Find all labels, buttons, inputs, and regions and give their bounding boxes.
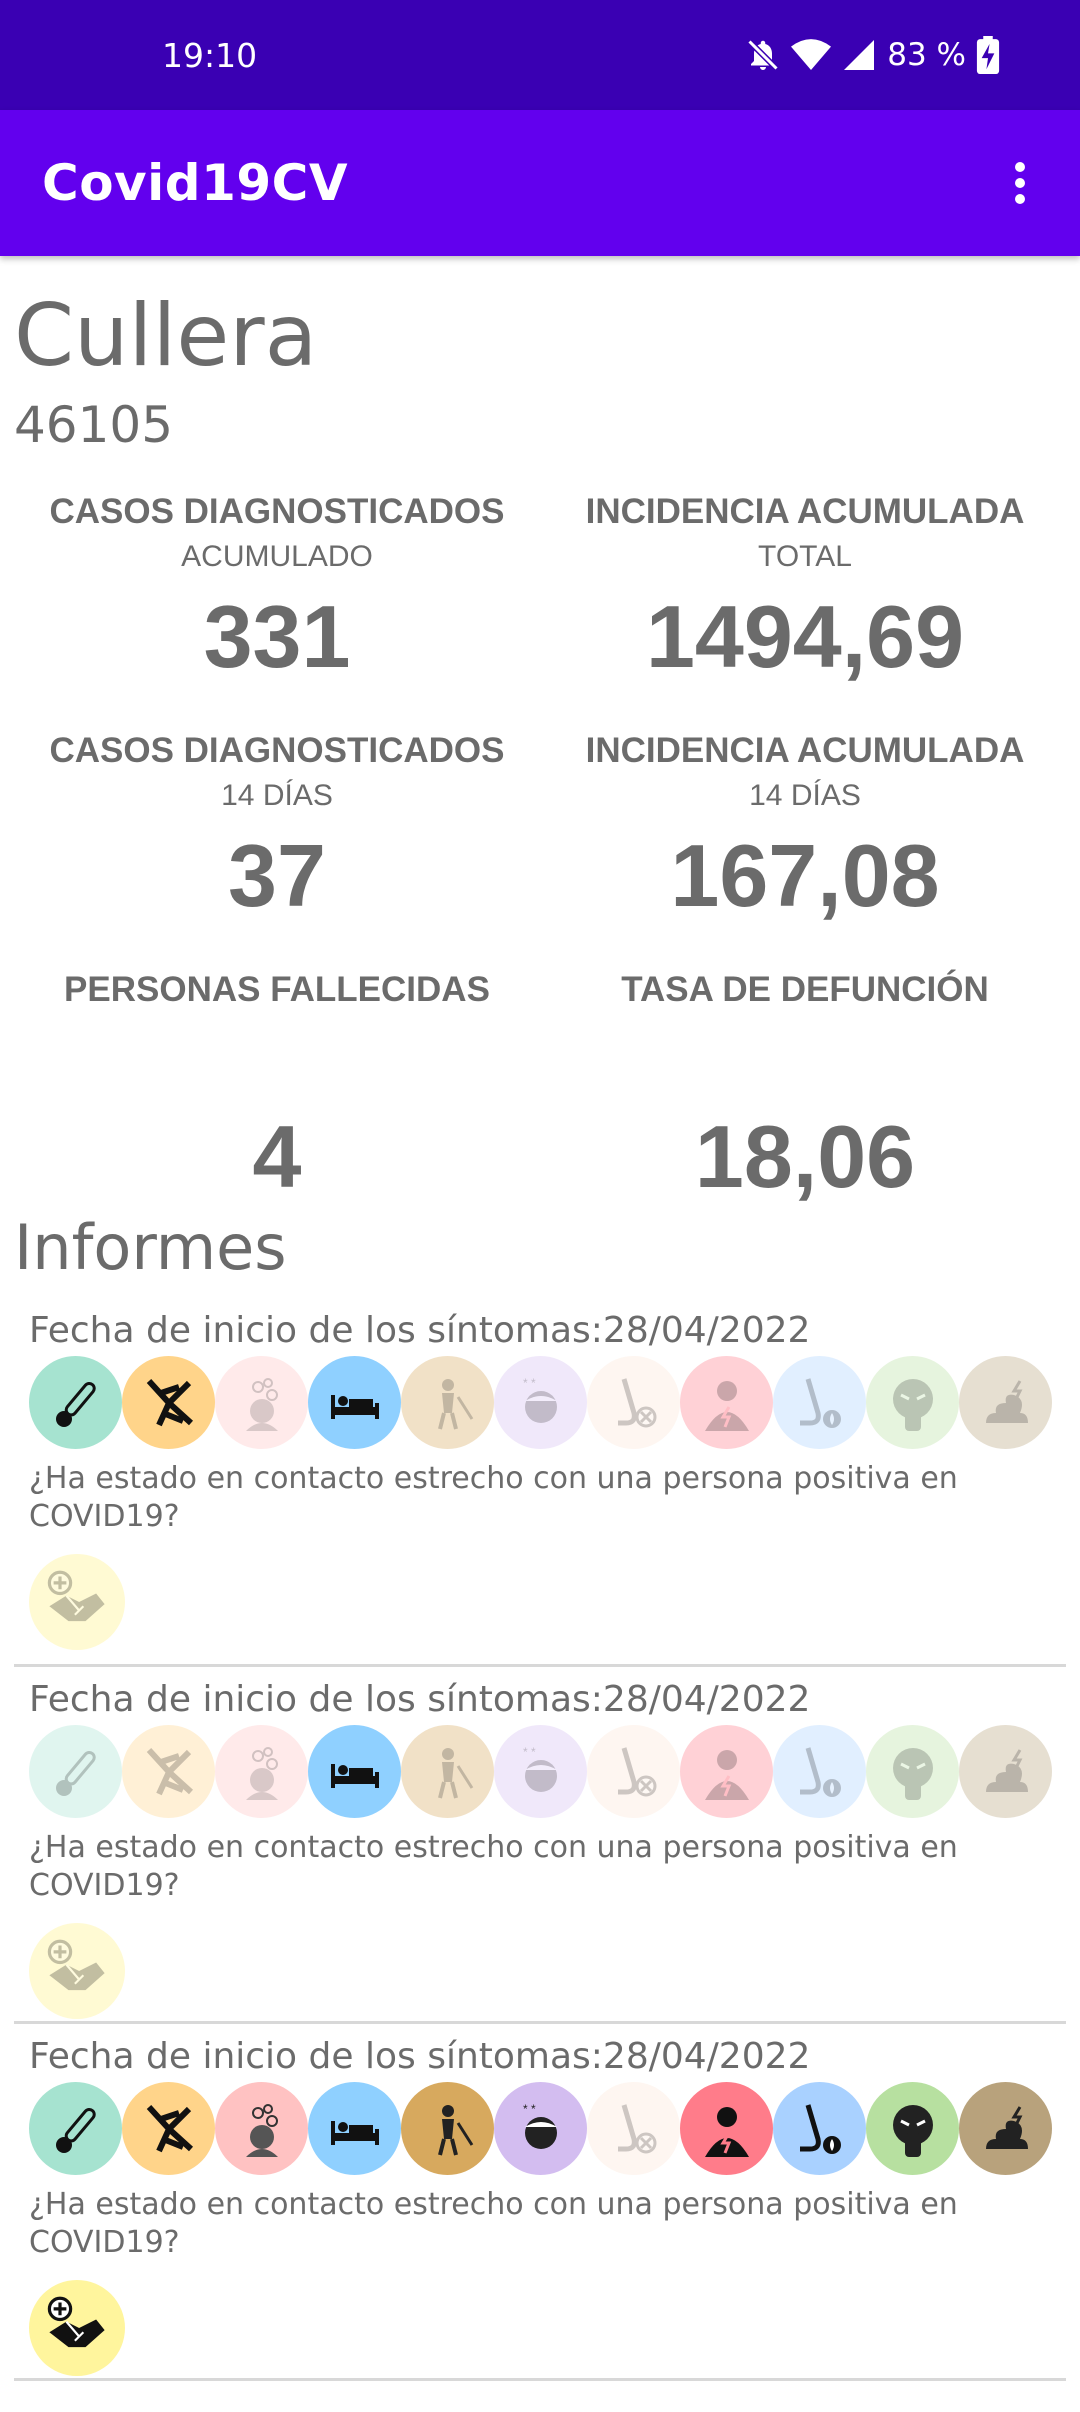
diarrhea-icon: [959, 1725, 1052, 1818]
status-time: 19:10: [162, 35, 258, 75]
fatigue-bed-icon: [308, 1356, 401, 1449]
fatigue-bed-icon: [308, 2082, 401, 2175]
diarrhea-icon: [959, 1356, 1052, 1449]
app-bar: Covid19CV: [0, 110, 1080, 256]
stat-value: 331: [203, 587, 351, 686]
symptom-start-date: Fecha de inicio de los síntomas:28/04/20…: [29, 1679, 811, 1720]
fatigue-bed-icon: [308, 1725, 401, 1818]
stat-sublabel: 14 DÍAS: [749, 779, 861, 812]
vomiting-icon: [866, 1356, 959, 1449]
stat-label: INCIDENCIA ACUMULADA: [585, 492, 1025, 531]
stat-label: CASOS DIAGNOSTICADOS: [49, 731, 505, 770]
stat-sublabel: ACUMULADO: [181, 540, 373, 573]
stat-sublabel: TOTAL: [758, 540, 852, 573]
stat-sublabel: [12, 1018, 542, 1054]
report-card[interactable]: Fecha de inicio de los síntomas:28/04/20…: [14, 1667, 1066, 2024]
cell-signal-icon: [841, 37, 877, 73]
svg-text:* *: * *: [523, 2102, 536, 2116]
thermometer-icon: [29, 2082, 122, 2175]
stat-cases-14d: CASOS DIAGNOSTICADOS 14 DÍAS 37: [12, 731, 542, 931]
stat-label: TASA DE DEFUNCIÓN: [621, 970, 989, 1009]
thermometer-icon: [29, 1356, 122, 1449]
stat-label: INCIDENCIA ACUMULADA: [585, 731, 1025, 770]
loss-of-smell-icon: [587, 2082, 680, 2175]
stat-incidence-14d: INCIDENCIA ACUMULADA 14 DÍAS 167,08: [540, 731, 1070, 931]
dizziness-icon: * *: [494, 1725, 587, 1818]
svg-text:* *: * *: [523, 1376, 536, 1390]
vomiting-icon: [866, 1725, 959, 1818]
muscle-pain-icon: [122, 2082, 215, 2175]
stat-sublabel: 14 DÍAS: [221, 779, 333, 812]
symptom-icons-row: * *: [29, 1725, 1052, 1818]
contact-question: ¿Ha estado en contacto estrecho con una …: [29, 1830, 958, 1903]
symptom-start-date: Fecha de inicio de los síntomas:28/04/20…: [29, 2036, 811, 2077]
reports-section-title: Informes: [14, 1211, 287, 1284]
dizziness-icon: * *: [494, 1356, 587, 1449]
report-card[interactable]: Fecha de inicio de los síntomas:28/04/20…: [14, 1310, 1066, 1667]
runny-nose-icon: [773, 1725, 866, 1818]
chills-icon: [401, 1356, 494, 1449]
runny-nose-icon: [773, 1356, 866, 1449]
chest-pain-icon: [680, 1356, 773, 1449]
headache-icon: [215, 2082, 308, 2175]
stat-death-rate: TASA DE DEFUNCIÓN 18,06: [540, 970, 1070, 1212]
chills-icon: [401, 2082, 494, 2175]
contact-question: ¿Ha estado en contacto estrecho con una …: [29, 2187, 958, 2260]
chest-pain-icon: [680, 1725, 773, 1818]
postal-code: 46105: [14, 396, 174, 454]
report-card[interactable]: Fecha de inicio de los síntomas:28/04/20…: [14, 2024, 1066, 2381]
battery-level: 83 %: [887, 37, 966, 73]
dizziness-icon: * *: [494, 2082, 587, 2175]
close-contact-icon: [29, 1923, 125, 2019]
chest-pain-icon: [680, 2082, 773, 2175]
notifications-off-icon: [745, 37, 781, 73]
stat-value: 18,06: [694, 1107, 916, 1206]
vomiting-icon: [866, 2082, 959, 2175]
status-icons: 83 %: [745, 36, 1000, 74]
town-name: Cullera: [14, 286, 318, 386]
symptom-start-date: Fecha de inicio de los síntomas:28/04/20…: [29, 1310, 811, 1351]
thermometer-icon: [29, 1725, 122, 1818]
stat-label: PERSONAS FALLECIDAS: [64, 970, 490, 1009]
close-contact-icon: [29, 1554, 125, 1650]
stat-incidence-total: INCIDENCIA ACUMULADA TOTAL 1494,69: [540, 492, 1070, 692]
stat-deaths: PERSONAS FALLECIDAS 4: [12, 970, 542, 1212]
app-title: Covid19CV: [42, 154, 349, 212]
headache-icon: [215, 1356, 308, 1449]
stat-cases-total: CASOS DIAGNOSTICADOS ACUMULADO 331: [12, 492, 542, 692]
close-contact-icon: [29, 2280, 125, 2376]
diarrhea-icon: [959, 2082, 1052, 2175]
stat-value: 167,08: [670, 826, 940, 925]
wifi-icon: [791, 37, 832, 73]
muscle-pain-icon: [122, 1356, 215, 1449]
symptom-icons-row: * *: [29, 2082, 1052, 2175]
overflow-menu-button[interactable]: [990, 153, 1050, 213]
more-vert-icon: [1015, 162, 1025, 204]
headache-icon: [215, 1725, 308, 1818]
stat-value: 37: [228, 826, 326, 925]
stat-value: 1494,69: [645, 587, 965, 686]
runny-nose-icon: [773, 2082, 866, 2175]
loss-of-smell-icon: [587, 1725, 680, 1818]
svg-text:* *: * *: [523, 1745, 536, 1759]
chills-icon: [401, 1725, 494, 1818]
loss-of-smell-icon: [587, 1356, 680, 1449]
symptom-icons-row: * *: [29, 1356, 1052, 1449]
battery-charging-icon: [976, 36, 1000, 74]
contact-question: ¿Ha estado en contacto estrecho con una …: [29, 1461, 958, 1534]
status-bar: 19:10 83 %: [0, 0, 1080, 110]
muscle-pain-icon: [122, 1725, 215, 1818]
stat-label: CASOS DIAGNOSTICADOS: [49, 492, 505, 531]
stat-value: 4: [252, 1107, 302, 1206]
stat-sublabel: [540, 1018, 1070, 1054]
